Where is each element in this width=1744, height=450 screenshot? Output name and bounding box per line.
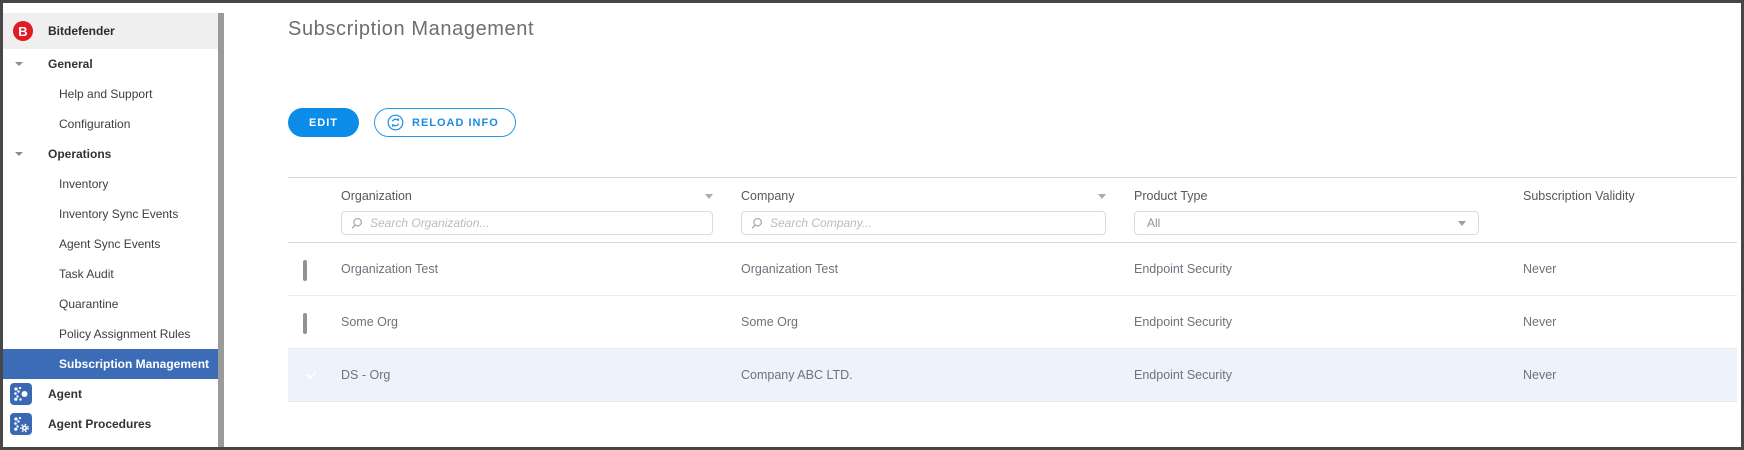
sidebar-item-label: Policy Assignment Rules	[59, 327, 191, 341]
main-content: Subscription Management EDIT RELOAD INFO	[224, 3, 1741, 447]
sidebar-item-label: Inventory Sync Events	[59, 207, 179, 221]
sidebar-item-label: Agent Procedures	[48, 417, 152, 431]
sidebar-items: General Help and Support Configuration O…	[3, 49, 218, 439]
subscriptions-table: Organization Search Organization... Comp…	[288, 177, 1737, 402]
column-header-organization: Organization	[341, 178, 741, 242]
sidebar-item-task-audit[interactable]: Task Audit	[3, 259, 218, 289]
sidebar-item-label: Agent	[48, 387, 82, 401]
product-type-cell: Endpoint Security	[1134, 262, 1232, 276]
column-label[interactable]: Company	[741, 189, 795, 203]
sidebar-item-agent-procedures[interactable]: Agent Procedures	[3, 409, 218, 439]
bitdefender-logo-icon: B	[13, 21, 33, 41]
company-cell: Company ABC LTD.	[741, 368, 853, 382]
column-header-product-type: Product Type All	[1134, 178, 1523, 242]
search-icon	[350, 217, 363, 235]
sidebar-item-agent-sync-events[interactable]: Agent Sync Events	[3, 229, 218, 259]
reload-info-button[interactable]: RELOAD INFO	[374, 108, 516, 137]
sort-caret-icon[interactable]	[705, 193, 713, 199]
sidebar-item-general[interactable]: General	[3, 49, 218, 79]
sidebar-item-label: Help and Support	[59, 87, 153, 101]
sidebar: B Bitdefender General Help and Support C…	[3, 3, 218, 447]
company-cell: Some Org	[741, 315, 798, 329]
row-checkbox-cell	[288, 349, 341, 401]
company-cell: Organization Test	[741, 262, 839, 276]
subscription-validity-cell: Never	[1523, 315, 1557, 329]
refresh-icon	[387, 114, 404, 131]
organization-cell: DS - Org	[341, 368, 391, 382]
subscription-validity-cell: Never	[1523, 262, 1557, 276]
column-label[interactable]: Organization	[341, 189, 412, 203]
table-header-row: Organization Search Organization... Comp…	[288, 177, 1737, 243]
organization-search-box	[341, 211, 713, 235]
sidebar-item-inventory[interactable]: Inventory	[3, 169, 218, 199]
agent-procedures-icon	[10, 413, 32, 435]
select-all-cell	[288, 178, 341, 242]
product-type-cell: Endpoint Security	[1134, 368, 1232, 382]
sidebar-item-subscription-management[interactable]: Subscription Management	[3, 349, 218, 379]
column-header-company: Company	[741, 178, 1134, 242]
column-label: Product Type	[1134, 189, 1208, 203]
row-checkbox[interactable]	[303, 313, 307, 334]
sidebar-item-inventory-sync-events[interactable]: Inventory Sync Events	[3, 199, 218, 229]
company-search-input[interactable]	[742, 212, 1105, 234]
organization-cell: Organization Test	[341, 262, 439, 276]
company-search-box	[741, 211, 1106, 235]
table-row[interactable]: DS - Org Company ABC LTD. Endpoint Secur…	[288, 349, 1737, 402]
sidebar-item-label: Agent Sync Events	[59, 237, 161, 251]
sidebar-item-operations[interactable]: Operations	[3, 139, 218, 169]
toolbar: EDIT RELOAD INFO	[288, 108, 516, 137]
product-type-cell: Endpoint Security	[1134, 315, 1232, 329]
sidebar-item-label: Subscription Management	[59, 357, 210, 371]
sidebar-item-quarantine[interactable]: Quarantine	[3, 289, 218, 319]
search-icon	[750, 217, 763, 235]
sidebar-item-help-and-support[interactable]: Help and Support	[3, 79, 218, 109]
chevron-down-icon[interactable]	[15, 152, 23, 156]
page-title: Subscription Management	[288, 18, 535, 40]
table-row[interactable]: Some Org Some Org Endpoint Security Neve…	[288, 296, 1737, 349]
row-checkbox[interactable]	[303, 260, 307, 281]
subscription-validity-cell: Never	[1523, 368, 1557, 382]
sidebar-item-label: Task Audit	[59, 267, 114, 281]
product-type-filter-value: All	[1147, 216, 1161, 230]
sidebar-item-label: Inventory	[59, 177, 109, 191]
chevron-down-icon	[1458, 220, 1466, 226]
sidebar-item-agent[interactable]: Agent	[3, 379, 218, 409]
agent-icon	[10, 383, 32, 405]
sidebar-item-label: Configuration	[59, 117, 131, 131]
sidebar-item-label: Operations	[48, 147, 112, 161]
edit-button[interactable]: EDIT	[288, 108, 359, 137]
column-header-subscription-validity: Subscription Validity	[1523, 178, 1737, 242]
sidebar-item-policy-assignment-rules[interactable]: Policy Assignment Rules	[3, 319, 218, 349]
brand-label: Bitdefender	[48, 24, 115, 38]
chevron-down-icon[interactable]	[15, 62, 23, 66]
organization-cell: Some Org	[341, 315, 398, 329]
table-row[interactable]: Organization Test Organization Test Endp…	[288, 243, 1737, 296]
organization-search-input[interactable]	[342, 212, 712, 234]
reload-info-label: RELOAD INFO	[412, 116, 499, 129]
row-checkbox-cell	[288, 296, 341, 348]
product-type-filter-select[interactable]: All	[1134, 211, 1479, 235]
sort-caret-icon[interactable]	[1098, 193, 1106, 199]
sidebar-brand-row[interactable]: B Bitdefender	[3, 13, 218, 49]
column-label: Subscription Validity	[1523, 189, 1635, 203]
sidebar-item-label: General	[48, 57, 93, 71]
row-checkbox-cell	[288, 243, 341, 295]
sidebar-item-configuration[interactable]: Configuration	[3, 109, 218, 139]
bitdefender-console-window: B Bitdefender General Help and Support C…	[0, 0, 1744, 450]
sidebar-item-label: Quarantine	[59, 297, 119, 311]
